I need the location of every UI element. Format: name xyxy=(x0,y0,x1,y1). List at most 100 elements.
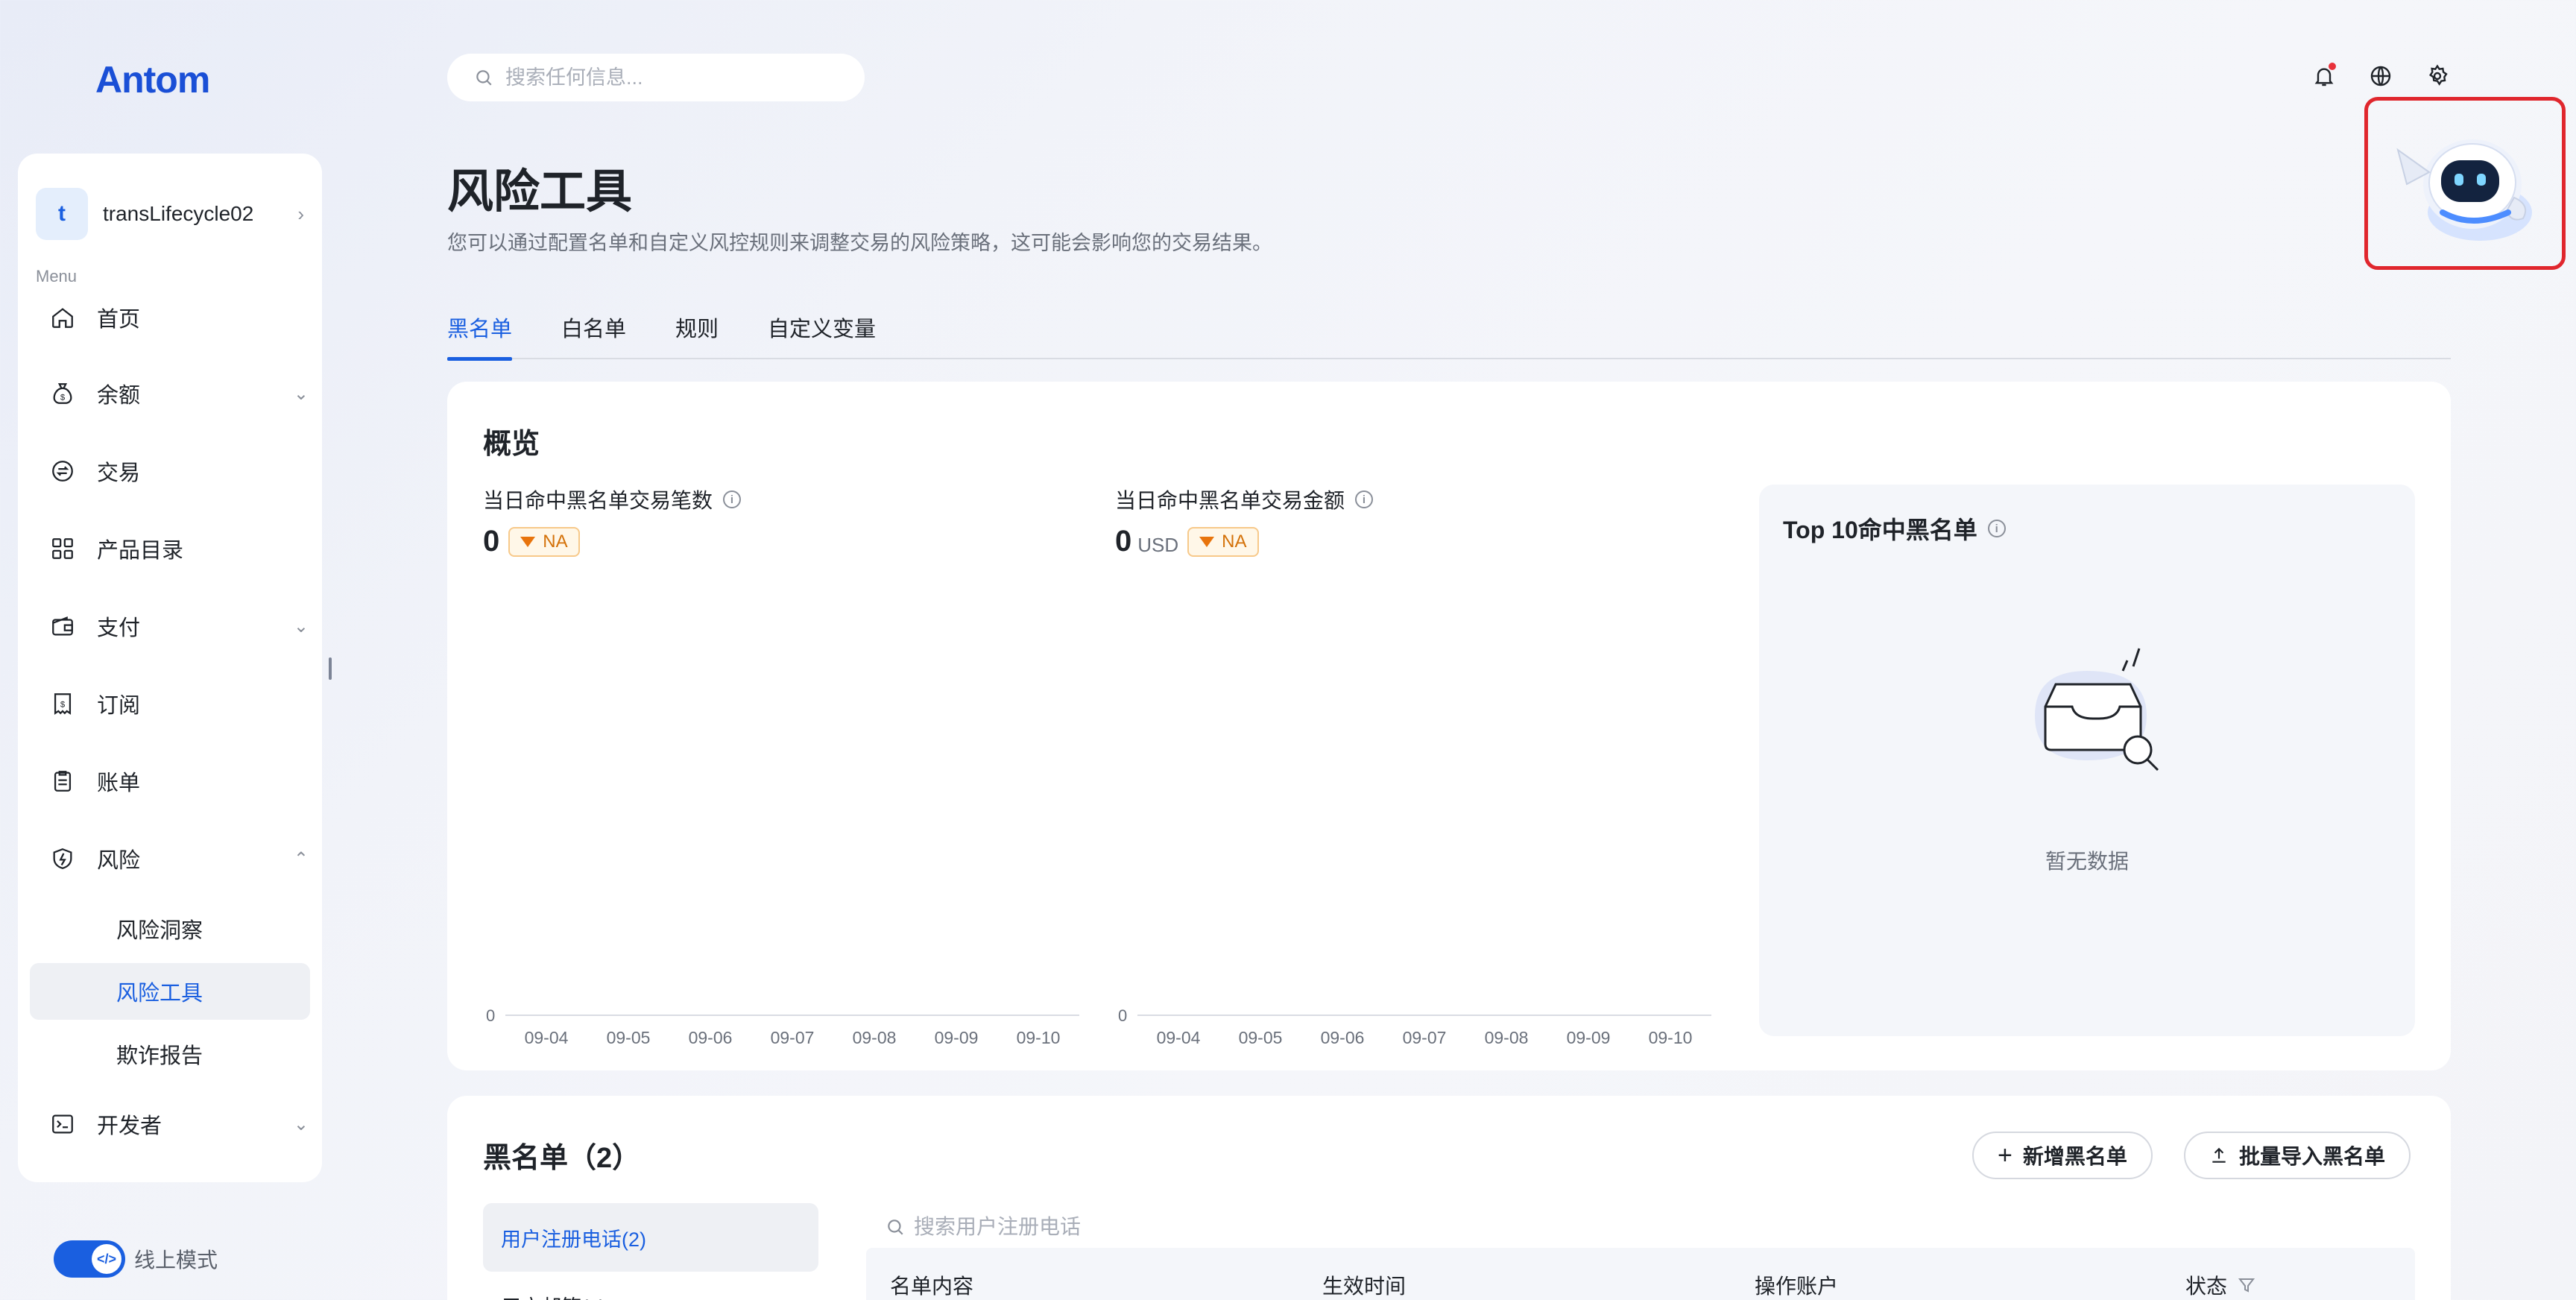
column-label: 状态 xyxy=(2185,1275,2228,1298)
mode-toggle[interactable]: </> xyxy=(54,1240,125,1278)
x-tick-label: 09-06 xyxy=(689,1028,733,1047)
info-icon[interactable]: i xyxy=(1987,520,2006,537)
button-label: 批量导入黑名单 xyxy=(2239,1145,2386,1168)
live-mode-switch[interactable]: </> 线上模式 xyxy=(54,1240,218,1278)
triangle-down-icon xyxy=(1199,536,1215,547)
page-description: 您可以通过配置名单和自定义风控规则来调整交易的风险策略，这可能会影响您的交易结果… xyxy=(447,232,1272,254)
tab-blacklist[interactable]: 黑名单 xyxy=(447,309,513,361)
account-name: transLifecycle02 xyxy=(103,202,254,225)
transfer-icon xyxy=(48,456,78,486)
sidebar-item-risk[interactable]: 风险 ⌃ xyxy=(48,829,309,889)
chart-svg: 0 09-04 09-05 09-06 09-07 09-08 09-09 09-10 xyxy=(1118,1006,1711,1047)
button-label: 新增黑名单 xyxy=(2022,1145,2127,1168)
y-tick-label: 0 xyxy=(486,1006,495,1025)
add-blacklist-button[interactable]: + 新增黑名单 xyxy=(1972,1132,2153,1179)
svg-text:$: $ xyxy=(60,394,66,403)
badge-text: NA xyxy=(543,531,568,552)
sidebar-item-home[interactable]: 首页 xyxy=(48,288,309,347)
top-actions xyxy=(2309,61,2452,91)
trend-badge: NA xyxy=(1187,526,1259,557)
language-button[interactable] xyxy=(2366,61,2396,91)
column-header-status[interactable]: 状态 xyxy=(2185,1270,2255,1300)
sidebar-item-transactions[interactable]: 交易 xyxy=(48,441,309,501)
list-type-phone[interactable]: 用户注册电话(2) xyxy=(483,1203,818,1272)
sidebar-subitem-risk-tools[interactable]: 风险工具 xyxy=(30,963,310,1020)
plus-icon: + xyxy=(1998,1140,2012,1170)
metric-label: 当日命中黑名单交易笔数 xyxy=(483,489,713,512)
x-tick-label: 09-06 xyxy=(1321,1028,1365,1047)
tab-bar: 黑名单 白名单 规则 自定义变量 xyxy=(447,309,2451,361)
sidebar-item-label: 余额 xyxy=(97,384,141,408)
sidebar-item-label: 风险 xyxy=(97,849,141,873)
sidebar-resize-handle[interactable] xyxy=(329,657,332,680)
list-type-email[interactable]: 用户邮箱(0) xyxy=(501,1291,606,1300)
mode-label: 线上模式 xyxy=(134,1249,218,1272)
sidebar-item-catalog[interactable]: 产品目录 xyxy=(48,519,309,578)
info-icon[interactable]: i xyxy=(1355,490,1374,508)
info-icon[interactable]: i xyxy=(723,490,742,508)
sidebar-item-label: 首页 xyxy=(97,308,141,332)
blacklist-search-input[interactable] xyxy=(914,1215,1287,1239)
x-tick-label: 09-04 xyxy=(525,1028,569,1047)
clipboard-icon xyxy=(48,766,78,796)
table-header: 名单内容 生效时间 操作账户 状态 xyxy=(866,1248,2415,1300)
filter-icon[interactable] xyxy=(2238,1276,2255,1294)
search-icon xyxy=(888,1219,903,1235)
y-tick-label: 0 xyxy=(1118,1006,1127,1025)
sidebar-item-payments[interactable]: 支付 ⌄ xyxy=(48,596,309,656)
tab-rules[interactable]: 规则 xyxy=(675,309,719,359)
account-switcher[interactable]: t transLifecycle02 › xyxy=(36,180,304,247)
gear-icon xyxy=(2429,64,2448,86)
money-bag-icon: $ xyxy=(48,379,78,408)
chart-svg: 0 09-04 09-05 09-06 09-07 09-08 09-09 09-10 xyxy=(486,1006,1079,1047)
sidebar-item-label: 账单 xyxy=(97,772,141,795)
metric-label: 当日命中黑名单交易金额 xyxy=(1115,489,1345,512)
x-tick-label: 09-08 xyxy=(853,1028,897,1047)
chevron-down-icon: ⌄ xyxy=(293,616,309,637)
wallet-icon xyxy=(48,611,78,641)
empty-state-text: 暂无数据 xyxy=(2045,850,2129,873)
notification-dot xyxy=(2329,63,2336,70)
sidebar-subitem-fraud-report[interactable]: 欺诈报告 xyxy=(30,1026,310,1082)
sidebar-item-developer[interactable]: 开发者 ⌄ xyxy=(48,1094,309,1154)
settings-button[interactable] xyxy=(2422,61,2452,91)
sidebar-item-label: 交易 xyxy=(97,461,141,485)
chevron-down-icon: ⌄ xyxy=(293,383,309,404)
trend-badge: NA xyxy=(508,526,580,557)
notification-button[interactable] xyxy=(2309,61,2339,91)
x-tick-label: 09-04 xyxy=(1157,1028,1201,1047)
antom-logo[interactable]: Antom xyxy=(95,58,210,101)
metric-value: 0 xyxy=(483,525,500,558)
sidebar-item-label: 开发者 xyxy=(97,1114,162,1138)
badge-text: NA xyxy=(1222,531,1247,552)
metric-hit-count: 当日命中黑名单交易笔数 i 0 NA xyxy=(483,485,742,558)
ai-assistant-highlight[interactable] xyxy=(2364,97,2566,270)
blacklist-title: 黑名单（2） xyxy=(483,1143,641,1174)
blacklist-card: 黑名单（2） + 新增黑名单 批量导入黑名单 用户注册电话(2) 用户邮箱(0)… xyxy=(447,1096,2451,1300)
search-input[interactable] xyxy=(505,66,833,89)
global-search[interactable] xyxy=(447,54,865,101)
sidebar-subitem-risk-insights[interactable]: 风险洞察 xyxy=(30,900,310,957)
triangle-down-icon xyxy=(520,536,536,547)
sidebar-item-label: 订阅 xyxy=(97,694,141,718)
sidebar-item-bills[interactable]: 账单 xyxy=(48,751,309,811)
blacklist-search[interactable] xyxy=(886,1215,1287,1239)
account-avatar: t xyxy=(36,188,88,240)
chevron-down-icon: ⌄ xyxy=(293,1114,309,1135)
sidebar-item-subscriptions[interactable]: $ 订阅 xyxy=(48,674,309,733)
x-tick-label: 09-05 xyxy=(1239,1028,1283,1047)
menu-label: Menu xyxy=(36,267,78,285)
metric-value: 0 xyxy=(1115,525,1132,558)
x-tick-label: 09-09 xyxy=(935,1028,979,1047)
import-blacklist-button[interactable]: 批量导入黑名单 xyxy=(2184,1132,2411,1179)
x-tick-label: 09-05 xyxy=(607,1028,651,1047)
empty-box-icon xyxy=(2020,641,2169,786)
column-header: 生效时间 xyxy=(1322,1275,1407,1298)
top10-panel: Top 10命中黑名单 i 暂无数据 xyxy=(1759,485,2415,1036)
x-tick-label: 09-10 xyxy=(1017,1028,1061,1047)
grid-icon xyxy=(48,534,78,564)
tab-custom-variables[interactable]: 自定义变量 xyxy=(768,309,876,359)
tab-whitelist[interactable]: 白名单 xyxy=(561,309,626,359)
x-tick-label: 09-07 xyxy=(1403,1028,1447,1047)
sidebar-item-balance[interactable]: $ 余额 ⌄ xyxy=(48,364,309,423)
